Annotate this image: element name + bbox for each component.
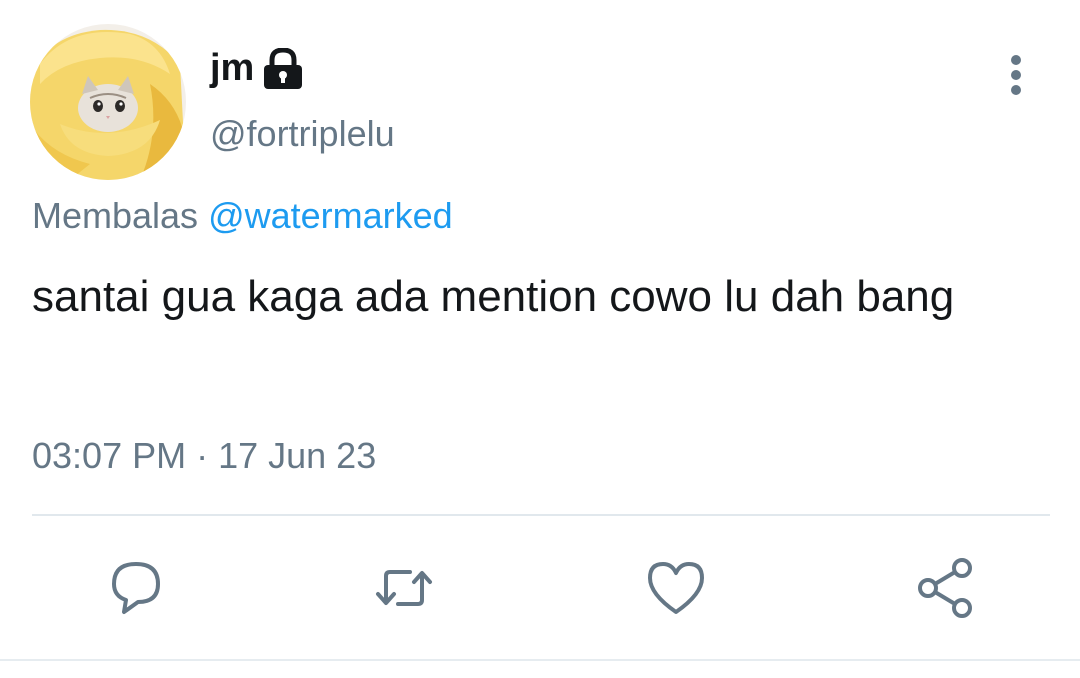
reply-context: Membalas @watermarked: [32, 192, 453, 240]
tweet-timestamp[interactable]: 03:07 PM · 17 Jun 23: [32, 432, 376, 480]
reply-button[interactable]: [104, 556, 168, 620]
tweet-text: santai gua kaga ada mention cowo lu dah …: [32, 272, 955, 321]
user-handle[interactable]: @fortriplelu: [210, 112, 395, 156]
bottom-divider: [0, 659, 1080, 661]
retweet-icon: [376, 570, 432, 606]
share-button[interactable]: [914, 556, 978, 620]
comment-icon: [112, 562, 160, 614]
reply-mention-link[interactable]: @watermarked: [208, 195, 453, 236]
display-name[interactable]: jm: [210, 44, 254, 92]
divider: [32, 514, 1050, 516]
avatar[interactable]: [30, 24, 186, 180]
display-name-row: jm: [210, 44, 306, 92]
vertical-ellipsis-icon[interactable]: [996, 54, 1036, 98]
reply-prefix: Membalas: [32, 195, 199, 236]
lock-icon: [260, 47, 306, 90]
avatar-image: [30, 24, 186, 180]
share-icon: [918, 558, 972, 618]
like-button[interactable]: [644, 556, 708, 620]
retweet-button[interactable]: [372, 556, 436, 620]
heart-icon: [648, 562, 704, 614]
